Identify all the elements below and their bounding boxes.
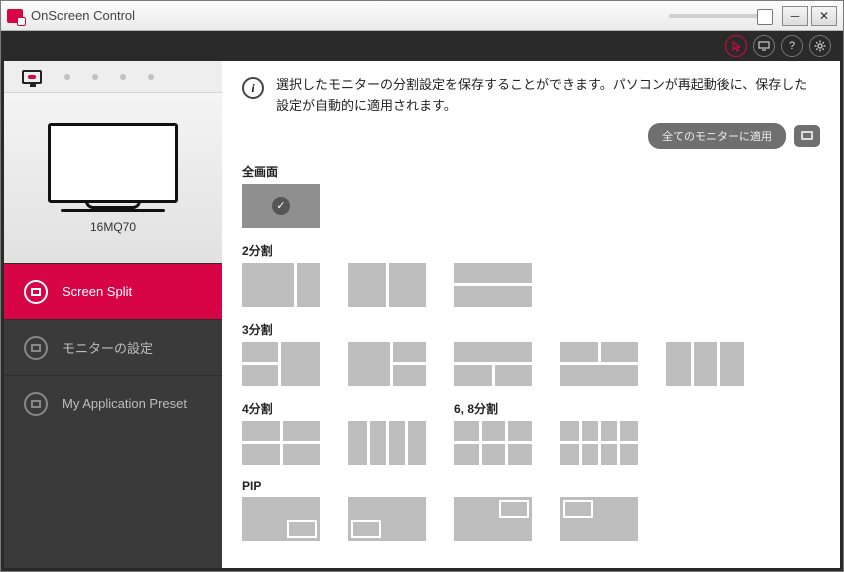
layout-3-b[interactable]	[348, 342, 426, 386]
split-icon	[24, 280, 48, 304]
layout-3-e[interactable]	[666, 342, 744, 386]
layout-pip-tl[interactable]	[560, 497, 638, 541]
layout-2-b[interactable]	[348, 263, 426, 307]
main-panel: i 選択したモニターの分割設定を保存することができます。パソコンが再起動後に、保…	[222, 61, 840, 568]
monitor-dot[interactable]	[148, 74, 154, 80]
section-title: 3分割	[242, 321, 820, 338]
app-icon	[7, 9, 23, 23]
app-title: OnScreen Control	[31, 8, 135, 23]
layout-list-button[interactable]	[794, 125, 820, 147]
monitor-icon[interactable]	[753, 35, 775, 57]
layout-4-a[interactable]	[242, 421, 320, 465]
monitor-selector	[4, 61, 222, 93]
section-title: 2分割	[242, 242, 820, 259]
nav-monitor-settings[interactable]: モニターの設定	[4, 319, 222, 375]
monitor-preview: 16MQ70	[4, 93, 222, 263]
info-icon: i	[242, 77, 264, 99]
monitor-settings-icon	[24, 336, 48, 360]
layout-6[interactable]	[454, 421, 532, 465]
nav-app-preset[interactable]: My Application Preset	[4, 375, 222, 431]
layout-2-c[interactable]	[454, 263, 532, 307]
app-window: OnScreen Control ─ ✕ ?	[0, 0, 844, 572]
section-pip: PIP	[242, 479, 820, 541]
close-button[interactable]: ✕	[811, 6, 837, 26]
section-4-68: 4分割 6, 8分割	[242, 400, 820, 465]
section-title: 6, 8分割	[454, 400, 638, 417]
toolbar: ?	[1, 31, 843, 61]
monitor-model: 16MQ70	[90, 220, 136, 234]
section-title: PIP	[242, 479, 820, 493]
layout-3-d[interactable]	[560, 342, 638, 386]
settings-icon[interactable]	[809, 35, 831, 57]
minimize-button[interactable]: ─	[782, 6, 808, 26]
layout-4-b[interactable]	[348, 421, 426, 465]
preset-icon	[24, 392, 48, 416]
nav-label: モニターの設定	[62, 338, 153, 357]
description-text: 選択したモニターの分割設定を保存することができます。パソコンが再起動後に、保存し…	[276, 75, 820, 117]
monitor-dot[interactable]	[64, 74, 70, 80]
sidebar: 16MQ70 Screen Split モニターの設定 My Applicati…	[4, 61, 222, 568]
section-title: 全画面	[242, 163, 820, 180]
layout-2-a[interactable]	[242, 263, 320, 307]
layout-3-c[interactable]	[454, 342, 532, 386]
layout-full[interactable]: ✓	[242, 184, 320, 228]
layout-3-a[interactable]	[242, 342, 320, 386]
apply-all-button[interactable]: 全てのモニターに適用	[648, 123, 786, 149]
monitor-dot[interactable]	[92, 74, 98, 80]
layout-pip-tr[interactable]	[454, 497, 532, 541]
layout-pip-br[interactable]	[242, 497, 320, 541]
nav-screen-split[interactable]: Screen Split	[4, 263, 222, 319]
monitor-dot[interactable]	[120, 74, 126, 80]
nav-label: My Application Preset	[62, 396, 187, 411]
monitor-screen-icon	[48, 123, 178, 203]
cursor-icon[interactable]	[725, 35, 747, 57]
section-title: 4分割	[242, 400, 426, 417]
section-2split: 2分割	[242, 242, 820, 307]
monitor-thumb-1[interactable]	[22, 70, 42, 84]
titlebar: OnScreen Control ─ ✕	[1, 1, 843, 31]
layout-pip-bl[interactable]	[348, 497, 426, 541]
layout-8[interactable]	[560, 421, 638, 465]
section-3split: 3分割	[242, 321, 820, 386]
help-icon[interactable]: ?	[781, 35, 803, 57]
opacity-slider[interactable]	[669, 14, 769, 18]
section-fullscreen: 全画面 ✓	[242, 163, 820, 228]
nav-label: Screen Split	[62, 284, 132, 299]
